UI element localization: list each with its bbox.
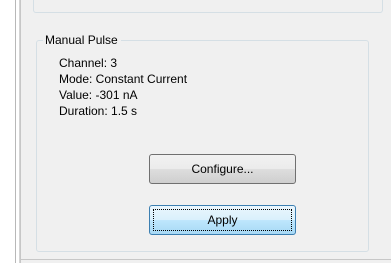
configure-button-label: Configure... xyxy=(191,162,254,176)
apply-button-label: Apply xyxy=(207,213,238,227)
settings-panel: Manual Pulse Channel: 3 Mode: Constant C… xyxy=(20,0,391,263)
group-title: Manual Pulse xyxy=(43,33,121,48)
value-text: Value: -301 nA xyxy=(59,88,138,102)
upper-group-frame xyxy=(33,0,383,13)
channel-text: Channel: 3 xyxy=(59,56,118,70)
mode-text: Mode: Constant Current xyxy=(59,72,188,86)
configure-button[interactable]: Configure... xyxy=(149,154,296,184)
panel-bottom-edge xyxy=(21,259,391,260)
apply-button[interactable]: Apply xyxy=(149,205,296,235)
window-edge-line xyxy=(15,0,16,263)
duration-text: Duration: 1.5 s xyxy=(59,104,138,118)
